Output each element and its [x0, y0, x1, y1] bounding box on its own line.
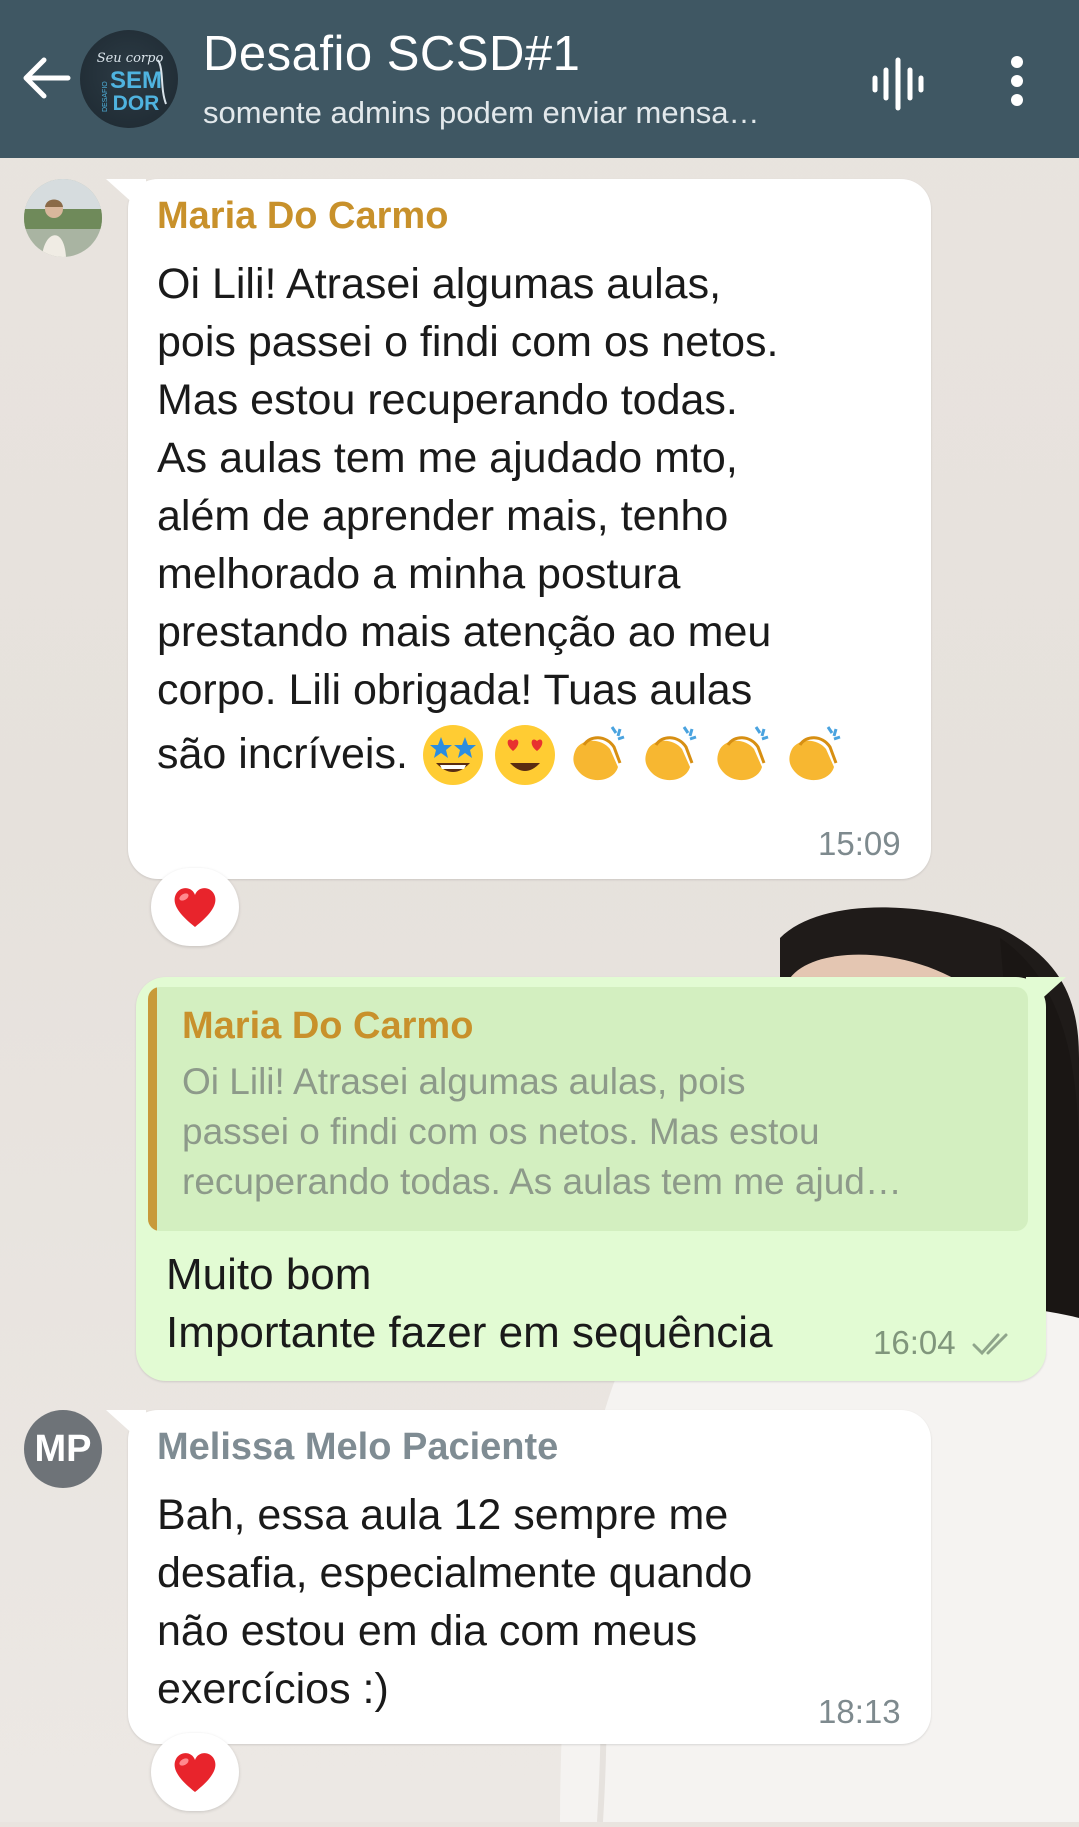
back-arrow-icon[interactable] [18, 50, 74, 106]
message-text: Bah, essa aula 12 sempre me desafia, esp… [157, 1491, 753, 1713]
read-double-check-icon [972, 1333, 1008, 1356]
sender-name[interactable]: Maria Do Carmo [157, 195, 448, 238]
sender-name[interactable]: Melissa Melo Paciente [157, 1426, 558, 1469]
message-text: Muito bom Importante fazer em sequência [166, 1250, 773, 1357]
red-heart-icon [174, 1753, 216, 1792]
clapping-hands-emoji-icon [789, 726, 841, 781]
message-time: 16:04 [873, 1324, 956, 1361]
avatar-text-side: DESAFIO [102, 81, 109, 112]
message-last-line: são incríveis. [157, 719, 917, 789]
quote-sender: Maria Do Carmo [182, 1005, 474, 1047]
clapping-hands-emoji-icon [645, 726, 697, 781]
avatar-text-mid: SEM [110, 67, 162, 94]
sender-avatar-melissa[interactable]: MP [24, 1410, 102, 1488]
message-time: 15:09 [818, 825, 901, 862]
avatar-text-top: Seu corpo [97, 51, 164, 66]
message-last-line-text: são incríveis. [157, 730, 408, 778]
red-heart-icon [174, 888, 216, 927]
quote-bar [148, 987, 157, 1231]
star-struck-emoji-icon [422, 725, 483, 785]
chat-header: Seu corpo SEM DOR DESAFIO Desafio SCSD#1… [0, 0, 1079, 158]
quoted-message[interactable]: Maria Do Carmo Oi Lili! Atrasei algumas … [148, 987, 1028, 1231]
emoji-row [418, 719, 848, 789]
message-time: 18:13 [818, 1693, 901, 1730]
chat-title[interactable]: Desafio SCSD#1 [203, 26, 580, 82]
heart-eyes-emoji-icon [494, 725, 555, 785]
message-text: Oi Lili! Atrasei algumas aulas, pois pas… [157, 260, 779, 714]
quote-text: Oi Lili! Atrasei algumas aulas, pois pas… [182, 1061, 902, 1202]
avatar-text-bot: DOR [113, 92, 160, 115]
reaction-badge[interactable] [151, 868, 239, 946]
clapping-hands-emoji-icon [573, 726, 625, 781]
message-bubble-incoming[interactable]: Maria Do Carmo Oi Lili! Atrasei algumas … [106, 179, 931, 879]
message-bubble-incoming[interactable]: Melissa Melo Paciente Bah, essa aula 12 … [106, 1410, 931, 1744]
clapping-hands-emoji-icon [717, 726, 769, 781]
message-bubble-outgoing[interactable]: Maria Do Carmo Oi Lili! Atrasei algumas … [136, 977, 1066, 1381]
sender-avatar-maria[interactable] [24, 179, 102, 257]
chat-subtitle: somente admins podem enviar mensa… [203, 95, 760, 130]
more-options-icon[interactable] [1000, 52, 1040, 112]
avatar-initials: MP [34, 1427, 92, 1470]
group-avatar[interactable]: Seu corpo SEM DOR DESAFIO [80, 30, 178, 128]
voice-chat-icon[interactable] [868, 54, 928, 114]
reaction-badge[interactable] [151, 1733, 239, 1811]
